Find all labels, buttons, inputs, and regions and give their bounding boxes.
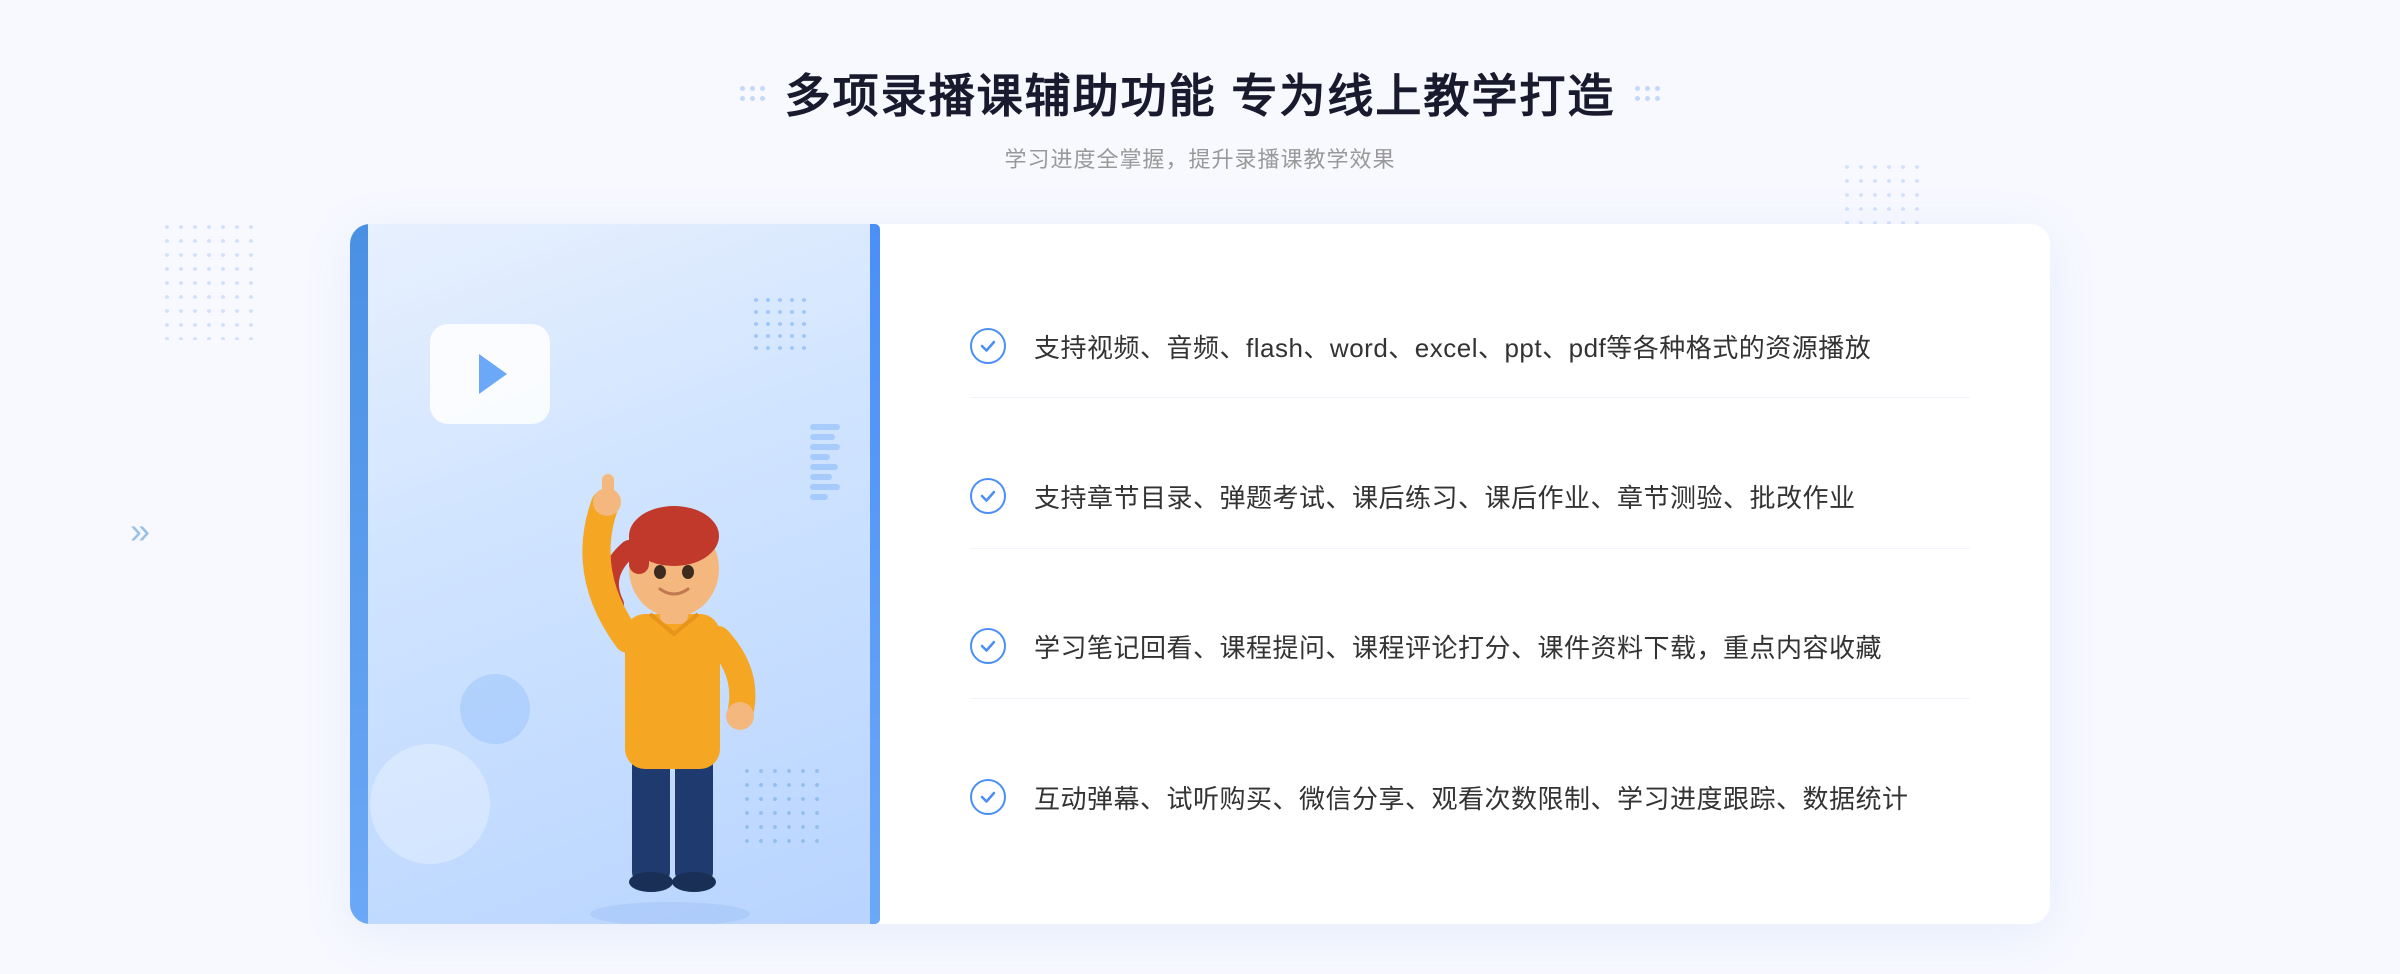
feature-item-2: 支持章节目录、弹题考试、课后练习、课后作业、章节测验、批改作业	[970, 450, 1970, 549]
page-title: 多项录播课辅助功能 专为线上教学打造	[785, 60, 1616, 126]
dot	[740, 86, 745, 91]
dot	[760, 96, 765, 101]
check-circle-icon-3	[970, 628, 1006, 664]
feature-item-4: 互动弹幕、试听购买、微信分享、观看次数限制、学习进度跟踪、数据统计	[970, 751, 1970, 849]
chevron-left-decoration: »	[130, 510, 150, 552]
dot	[750, 86, 755, 91]
dot	[1655, 96, 1660, 101]
checkmark-svg-4	[978, 787, 998, 807]
header-dots-right	[1635, 86, 1660, 101]
illus-circles	[370, 704, 530, 864]
person-illustration	[520, 374, 820, 924]
header-title-row: 多项录播课辅助功能 专为线上教学打造	[740, 60, 1661, 126]
checkmark-svg-2	[978, 486, 998, 506]
blue-accent-bar	[350, 224, 368, 924]
check-circle-icon-2	[970, 478, 1006, 514]
header-dots-left	[740, 86, 765, 101]
dot	[740, 96, 745, 101]
dot	[1635, 86, 1640, 91]
check-circle-icon-4	[970, 779, 1006, 815]
checkmark-svg-3	[978, 636, 998, 656]
dot	[1635, 96, 1640, 101]
page-container: » 多项录播课辅助功能 专为线上教学打造	[0, 0, 2400, 974]
right-accent-bar	[870, 224, 880, 924]
illustration-panel	[350, 224, 870, 924]
dot	[750, 96, 755, 101]
dot	[760, 86, 765, 91]
illus-dots-top	[750, 294, 810, 354]
page-subtitle: 学习进度全掌握，提升录播课教学效果	[740, 142, 1661, 174]
check-circle-icon-1	[970, 328, 1006, 364]
feature-text-2: 支持章节目录、弹题考试、课后练习、课后作业、章节测验、批改作业	[1034, 478, 1856, 520]
feature-text-1: 支持视频、音频、flash、word、excel、ppt、pdf等各种格式的资源…	[1034, 328, 1871, 370]
checkmark-svg-1	[978, 336, 998, 356]
play-triangle-icon	[479, 354, 507, 394]
header-section: 多项录播课辅助功能 专为线上教学打造 学习进度全掌握，提升录播课教学效果	[740, 60, 1661, 174]
main-content-card: 支持视频、音频、flash、word、excel、ppt、pdf等各种格式的资源…	[350, 224, 2050, 924]
feature-text-4: 互动弹幕、试听购买、微信分享、观看次数限制、学习进度跟踪、数据统计	[1034, 779, 1909, 821]
features-panel: 支持视频、音频、flash、word、excel、ppt、pdf等各种格式的资源…	[870, 224, 2050, 924]
dot	[1645, 86, 1650, 91]
dot	[1655, 86, 1660, 91]
feature-text-3: 学习笔记回看、课程提问、课程评论打分、课件资料下载，重点内容收藏	[1034, 628, 1882, 670]
feature-item-1: 支持视频、音频、flash、word、excel、ppt、pdf等各种格式的资源…	[970, 300, 1970, 399]
feature-item-3: 学习笔记回看、课程提问、课程评论打分、课件资料下载，重点内容收藏	[970, 600, 1970, 699]
dot	[1645, 96, 1650, 101]
circle-large	[370, 744, 490, 864]
dots-decoration-left	[160, 220, 260, 340]
